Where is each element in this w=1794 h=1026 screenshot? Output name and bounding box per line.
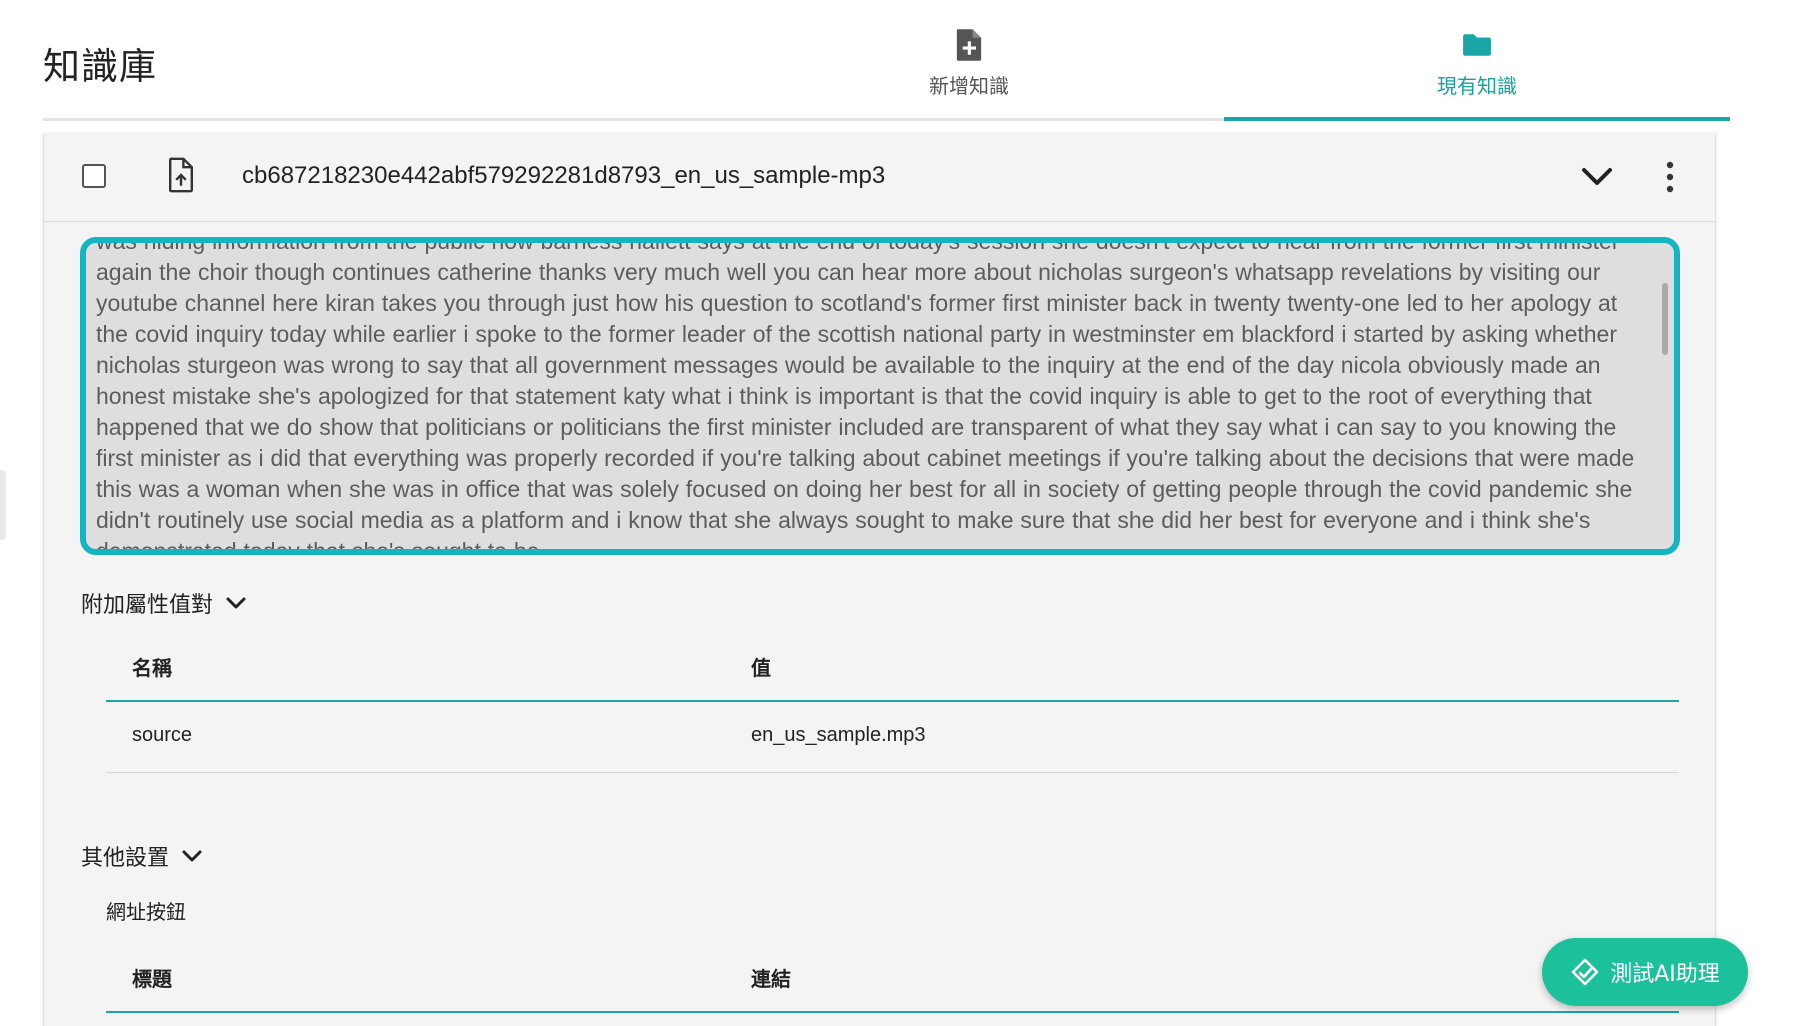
table-row[interactable]: source en_us_sample.mp3 [106,702,1679,773]
knowledge-base-page: 知識庫 新增知識 現有知識 cb687218230e442abf57929228… [0,0,1794,1026]
test-ai-assistant-button[interactable]: 測試AI助理 [1542,938,1748,1006]
active-tab-indicator [1224,117,1730,121]
chevron-down-icon [226,597,246,609]
attributes-section-toggle[interactable]: 附加屬性值對 [81,587,247,619]
more-options-icon[interactable] [1664,159,1676,195]
chevron-down-icon [182,850,202,862]
tab-existing-knowledge-label: 現有知識 [1437,74,1517,98]
attribute-value-cell: en_us_sample.mp3 [751,724,926,746]
select-checkbox[interactable] [82,164,106,188]
column-header-link: 連結 [751,967,791,991]
attribute-name-cell: source [132,724,193,746]
tab-add-knowledge[interactable]: 新增知識 [716,24,1222,120]
other-settings-toggle[interactable]: 其他設置 [81,840,203,872]
url-button-section-label: 網址按鈕 [106,900,186,924]
folder-icon [1463,34,1491,56]
tab-existing-knowledge[interactable]: 現有知識 [1224,24,1730,120]
knowledge-item-header[interactable]: cb687218230e442abf579292281d8793_en_us_s… [44,133,1715,222]
page-title: 知識庫 [43,45,157,88]
other-settings-label: 其他設置 [81,846,170,871]
assistant-icon [1571,958,1599,986]
attributes-section-label: 附加屬性值對 [81,593,214,618]
tab-add-knowledge-label: 新增知識 [929,74,1009,98]
knowledge-content-textarea[interactable]: was hiding information from the public n… [80,237,1680,555]
knowledge-content-text: was hiding information from the public n… [96,237,1635,555]
column-header-title: 標題 [132,967,172,991]
content-scrollbar[interactable] [1662,283,1668,355]
chevron-down-icon[interactable] [1580,163,1614,189]
file-upload-icon [169,157,193,193]
url-buttons-table-header: 標題 連結 [106,941,1679,1013]
knowledge-item-card: cb687218230e442abf579292281d8793_en_us_s… [43,133,1716,1026]
file-plus-icon [956,29,982,61]
column-header-name: 名稱 [132,656,172,680]
test-ai-assistant-label: 測試AI助理 [1610,962,1720,987]
column-header-value: 值 [751,656,771,680]
side-drawer-handle[interactable] [0,470,6,540]
knowledge-item-title: cb687218230e442abf579292281d8793_en_us_s… [242,162,886,189]
attributes-table-header: 名稱 值 [106,630,1679,702]
